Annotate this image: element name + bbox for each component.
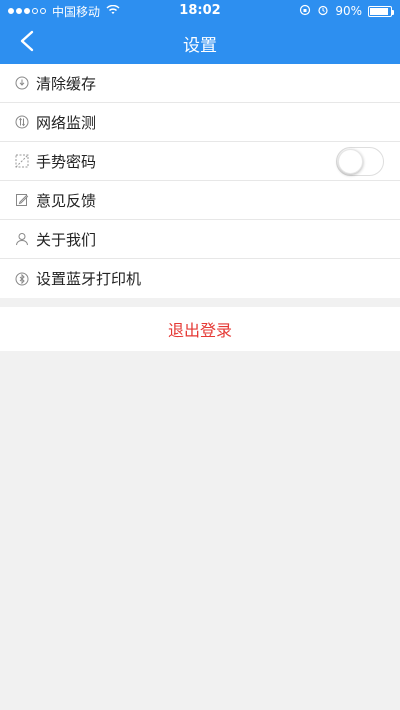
- settings-item-about-us[interactable]: 关于我们: [0, 220, 400, 259]
- settings-item-label: 手势密码: [36, 152, 97, 171]
- carrier-label: 中国移动: [52, 4, 101, 19]
- settings-item-label: 网络监测: [36, 113, 97, 132]
- network-check-icon: [14, 114, 30, 130]
- settings-list: 清除缓存 网络监测 手势密码 意见反馈 关于我们 设置蓝牙打印机: [0, 64, 400, 298]
- navigation-bar: 设置: [0, 22, 400, 64]
- status-bar: 中国移动 18:02 90%: [0, 0, 400, 22]
- status-right: 90%: [299, 4, 394, 19]
- gesture-password-toggle[interactable]: [336, 147, 384, 176]
- settings-item-label: 意见反馈: [36, 191, 97, 210]
- feedback-icon: [14, 192, 30, 208]
- settings-item-clear-cache[interactable]: 清除缓存: [0, 64, 400, 103]
- signal-dot: [16, 8, 22, 14]
- status-left: 中国移动: [8, 3, 120, 20]
- orientation-lock-icon: [299, 4, 311, 19]
- settings-item-network-check[interactable]: 网络监测: [0, 103, 400, 142]
- gesture-password-icon: [14, 153, 30, 169]
- alarm-icon: [317, 4, 329, 19]
- battery-percent: 90%: [335, 4, 362, 18]
- settings-item-bluetooth-printer[interactable]: 设置蓝牙打印机: [0, 259, 400, 298]
- page-title: 设置: [183, 35, 217, 56]
- signal-dot: [8, 8, 14, 14]
- clear-cache-icon: [14, 75, 30, 91]
- toggle-knob: [338, 149, 363, 174]
- back-button[interactable]: [14, 30, 40, 56]
- wifi-icon: [106, 4, 120, 18]
- battery-fill: [370, 7, 388, 15]
- settings-item-label: 清除缓存: [36, 74, 97, 93]
- signal-dot: [40, 8, 46, 14]
- battery-icon: [368, 5, 394, 17]
- logout-button[interactable]: 退出登录: [0, 307, 400, 351]
- app-header: 中国移动 18:02 90% 设置: [0, 0, 400, 64]
- settings-item-label: 关于我们: [36, 230, 97, 249]
- back-arrow-icon: [19, 30, 35, 56]
- settings-item-label: 设置蓝牙打印机: [36, 270, 142, 288]
- about-us-icon: [14, 231, 30, 247]
- bluetooth-printer-icon: [14, 271, 30, 287]
- logout-label: 退出登录: [167, 321, 232, 340]
- signal-strength-icon: [8, 8, 46, 14]
- status-time: 18:02: [179, 3, 221, 18]
- signal-dot: [32, 8, 38, 14]
- signal-dot: [24, 8, 30, 14]
- settings-item-feedback[interactable]: 意见反馈: [0, 181, 400, 220]
- settings-item-gesture-password[interactable]: 手势密码: [0, 142, 400, 181]
